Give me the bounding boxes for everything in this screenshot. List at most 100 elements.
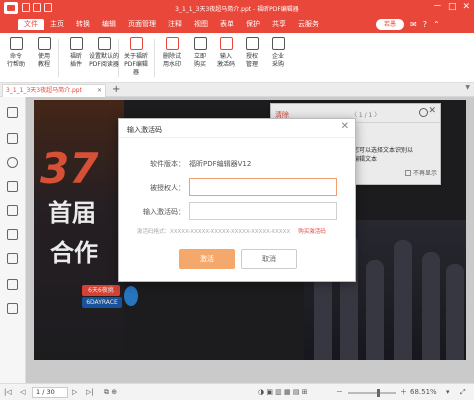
window-controls: － □ ✕ bbox=[433, 2, 470, 13]
ribbon-tool-plugin[interactable]: 福昕 插件 bbox=[62, 37, 90, 69]
menu-item[interactable]: 编辑 bbox=[96, 19, 122, 30]
ribbon-tool-label: 插件 bbox=[69, 61, 82, 68]
menu-item[interactable]: 注释 bbox=[162, 19, 188, 30]
zoom-in-icon[interactable]: ＋ bbox=[400, 387, 407, 397]
activate-button[interactable]: 激活 bbox=[179, 249, 235, 269]
ribbon-tool-label: PDF阅读器 bbox=[89, 61, 119, 68]
menu-item[interactable]: 共享 bbox=[266, 19, 292, 30]
ribbon-tool-label: 命令 bbox=[9, 53, 22, 60]
ribbon-tool-label: 用水印 bbox=[162, 61, 181, 68]
close-window-button[interactable]: ✕ bbox=[462, 2, 470, 13]
bookmark-icon[interactable] bbox=[7, 107, 18, 118]
thumbnails-icon[interactable] bbox=[7, 133, 18, 144]
minimize-button[interactable]: － bbox=[433, 2, 442, 13]
menu-right-icons: ✉ ? ⌃ bbox=[410, 19, 440, 30]
menu-item[interactable]: 页面管理 bbox=[122, 19, 162, 30]
buy-code-link[interactable]: 购买激活码 bbox=[298, 229, 326, 235]
document-tab-label: 3_1_1_3天3夜超马简介.ppt bbox=[6, 87, 82, 94]
ribbon-separator bbox=[58, 39, 59, 77]
page-number-input[interactable]: 1 / 30 bbox=[32, 387, 68, 398]
version-label: 软件版本： bbox=[150, 160, 185, 168]
ribbon-tool-label: 教程 bbox=[37, 61, 50, 68]
page-tools-icon[interactable]: ⧉ ⊕ bbox=[104, 387, 117, 397]
status-bar: |◁ ◁ 1 / 30 ▷ ▷| ⧉ ⊕ ◑ ▣ ▥ ▦ ▤ ⊞ － ＋ 68.… bbox=[0, 383, 474, 400]
ribbon-tool-command[interactable]: 命令 行帮助 bbox=[2, 37, 30, 69]
licensee-label: 被授权人： bbox=[150, 184, 185, 192]
menu-items: 文件 主页 转换 编辑 页面管理 注释 视图 表单 保护 共享 云服务 bbox=[18, 19, 325, 30]
license-icon bbox=[245, 37, 259, 50]
ribbon-tool-label: 激活码 bbox=[216, 61, 235, 68]
cancel-button[interactable]: 取消 bbox=[241, 249, 297, 269]
zoom-slider-handle[interactable] bbox=[376, 389, 380, 397]
ribbon-tool-label: 关于福昕 bbox=[123, 53, 148, 60]
ribbon-tool-label: 福昕 bbox=[69, 53, 82, 60]
menu-bar: 文件 主页 转换 编辑 页面管理 注释 视图 表单 保护 共享 云服务 若愚 ✉ ? ⌃ bbox=[0, 16, 474, 33]
dialog-divider bbox=[119, 137, 355, 138]
ribbon-tool-label: 企业 bbox=[271, 53, 284, 60]
ribbon-tool-license[interactable]: 授权 管理 bbox=[238, 37, 266, 69]
notification-icon[interactable]: ✉ bbox=[410, 19, 417, 30]
signature-icon[interactable] bbox=[7, 229, 18, 240]
about-icon bbox=[129, 37, 143, 50]
licensee-input[interactable] bbox=[189, 178, 337, 196]
search-icon[interactable] bbox=[7, 279, 18, 290]
close-tab-icon[interactable]: ✕ bbox=[97, 85, 102, 97]
comments-icon[interactable] bbox=[7, 157, 18, 168]
first-page-icon[interactable]: |◁ bbox=[4, 387, 12, 397]
watermark-icon bbox=[165, 37, 179, 50]
ribbon-tool-about[interactable]: 关于福昕 PDF编辑器 bbox=[122, 37, 150, 77]
zoom-dropdown-icon[interactable]: ▾ bbox=[446, 387, 450, 397]
format-text: 激活码格式：XXXXX-XXXXX-XXXXX-XXXXX-XXXXX-XXXX… bbox=[137, 229, 291, 235]
ribbon-tool-activation[interactable]: 输入 激活码 bbox=[212, 37, 240, 69]
document-tab[interactable]: 3_1_1_3天3夜超马简介.ppt ✕ bbox=[2, 84, 106, 97]
cart-icon bbox=[193, 37, 207, 50]
user-button[interactable]: 若愚 bbox=[376, 19, 404, 30]
ribbon-tool-cart[interactable]: 立即 购买 bbox=[186, 37, 214, 69]
zoom-level[interactable]: 68.51% bbox=[410, 387, 437, 397]
ribbon-tool-label: 设置默认的 bbox=[88, 53, 119, 60]
zoom-slider[interactable] bbox=[348, 389, 396, 397]
layers-icon[interactable] bbox=[7, 181, 18, 192]
menu-item[interactable]: 表单 bbox=[214, 19, 240, 30]
window-title: 3_1_1_3天3夜超马简介.ppt - 福昕PDF编辑器 bbox=[175, 6, 299, 13]
next-page-icon[interactable]: ▷ bbox=[72, 387, 77, 397]
version-value: 福昕PDF编辑器V12 bbox=[189, 160, 252, 168]
attachment-icon[interactable] bbox=[7, 205, 18, 216]
menu-item[interactable]: 主页 bbox=[44, 19, 70, 30]
menu-item[interactable]: 视图 bbox=[188, 19, 214, 30]
expand-icon[interactable]: ⌃ bbox=[433, 19, 440, 30]
compare-icon[interactable] bbox=[7, 303, 18, 314]
left-sidebar bbox=[0, 97, 26, 383]
zoom-out-icon[interactable]: － bbox=[336, 387, 343, 397]
ribbon-tool-label: 行帮助 bbox=[6, 61, 25, 68]
ribbon-tool-label: 采购 bbox=[271, 61, 284, 68]
last-page-icon[interactable]: ▷| bbox=[86, 387, 94, 397]
dialog-title: 输入激活码 bbox=[127, 126, 162, 134]
tutorial-icon bbox=[37, 37, 51, 50]
menu-item[interactable]: 保护 bbox=[240, 19, 266, 30]
menu-item[interactable]: 云服务 bbox=[292, 19, 325, 30]
help-icon[interactable]: ? bbox=[423, 19, 427, 30]
enterprise-icon bbox=[271, 37, 285, 50]
prev-page-icon[interactable]: ◁ bbox=[20, 387, 25, 397]
menu-item[interactable]: 文件 bbox=[18, 19, 44, 30]
command-icon bbox=[9, 37, 23, 50]
ribbon-tool-watermark[interactable]: 删除试 用水印 bbox=[158, 37, 186, 69]
menu-item[interactable]: 转换 bbox=[70, 19, 96, 30]
tab-list-icon[interactable]: ▼ bbox=[465, 84, 470, 91]
ribbon-tool-label: 管理 bbox=[245, 61, 258, 68]
activation-code-input[interactable] bbox=[189, 202, 337, 220]
dialog-close-icon[interactable]: ✕ bbox=[341, 121, 349, 132]
title-bar: 3_1_1_3天3夜超马简介.ppt - 福昕PDF编辑器 － □ ✕ bbox=[0, 0, 474, 16]
new-tab-button[interactable]: + bbox=[112, 83, 120, 96]
ribbon-tool-label: 授权 bbox=[245, 53, 258, 60]
ribbon-tool-label: 购买 bbox=[193, 61, 206, 68]
ribbon-tool-tutorial[interactable]: 使用 教程 bbox=[30, 37, 58, 69]
ribbon-tool-settings[interactable]: 设置默认的 PDF阅读器 bbox=[88, 37, 120, 69]
maximize-button[interactable]: □ bbox=[448, 2, 457, 13]
settings-icon bbox=[97, 37, 111, 50]
ribbon-tool-enterprise[interactable]: 企业 采购 bbox=[264, 37, 292, 69]
view-mode-icons[interactable]: ◑ ▣ ▥ ▦ ▤ ⊞ bbox=[258, 387, 308, 397]
security-icon[interactable] bbox=[7, 253, 18, 264]
fullscreen-icon[interactable]: ⤢ bbox=[460, 387, 466, 397]
